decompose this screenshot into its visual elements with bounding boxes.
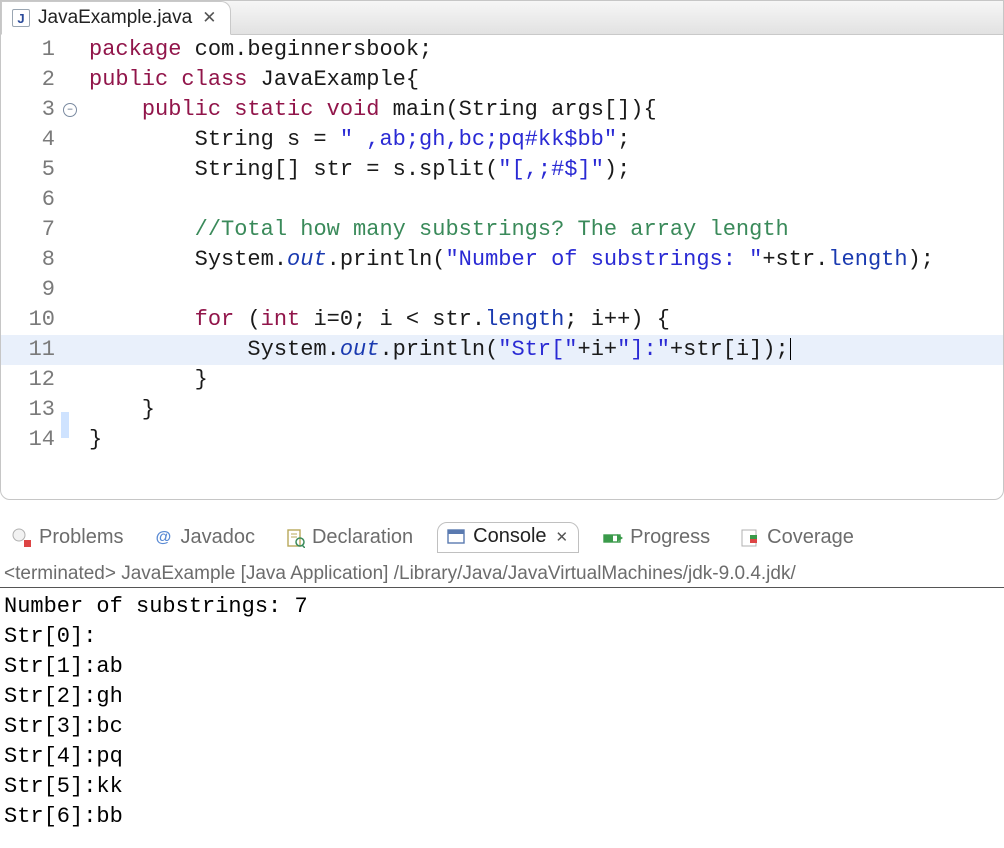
console-output[interactable]: Number of substrings: 7Str[0]:Str[1]:abS… xyxy=(0,592,1004,832)
editor-tab[interactable]: J JavaExample.java ✕ xyxy=(1,1,231,35)
line-number: 4 xyxy=(1,125,61,155)
code-line[interactable]: 1 package com.beginnersbook; xyxy=(1,35,1003,65)
code-editor[interactable]: 1 package com.beginnersbook; 2 public class… xyxy=(1,35,1003,455)
code-line[interactable]: 14} xyxy=(1,425,1003,455)
code-text: } xyxy=(81,425,102,455)
tab-problems-label: Problems xyxy=(39,526,123,549)
code-text: public static void main(String args[]){ xyxy=(81,95,657,125)
code-text: } xyxy=(81,365,208,395)
line-number: 7 xyxy=(1,215,61,245)
code-line[interactable]: 2 public class JavaExample{ xyxy=(1,65,1003,95)
tab-problems[interactable]: Problems xyxy=(6,524,129,551)
console-line: Number of substrings: 7 xyxy=(4,592,1004,622)
editor-tab-bar: J JavaExample.java ✕ xyxy=(1,1,1003,35)
code-text: package com.beginnersbook; xyxy=(81,35,432,65)
code-line[interactable]: 9 xyxy=(1,275,1003,305)
console-status: <terminated> JavaExample [Java Applicati… xyxy=(0,559,1004,585)
console-line: Str[1]:ab xyxy=(4,652,1004,682)
console-line: Str[2]:gh xyxy=(4,682,1004,712)
line-number: 14 xyxy=(1,425,61,455)
line-number: 11 xyxy=(1,335,61,365)
coverage-icon xyxy=(740,528,760,548)
line-number: 3– xyxy=(1,95,61,125)
text-cursor xyxy=(790,338,791,360)
tab-javadoc-label: Javadoc xyxy=(180,526,255,549)
tab-progress-label: Progress xyxy=(630,526,710,549)
code-line[interactable]: 7 //Total how many substrings? The array… xyxy=(1,215,1003,245)
code-text: String s = " ,ab;gh,bc;pq#kk$bb"; xyxy=(81,125,630,155)
tab-console-label: Console xyxy=(473,525,546,548)
bottom-panel: Problems @ Javadoc Declaration Console ✕… xyxy=(0,518,1004,832)
line-number: 8 xyxy=(1,245,61,275)
divider xyxy=(0,587,1004,588)
line-number: 1 xyxy=(1,35,61,65)
code-text: public class JavaExample{ xyxy=(81,65,419,95)
code-line[interactable]: 4 String s = " ,ab;gh,bc;pq#kk$bb"; xyxy=(1,125,1003,155)
code-line[interactable]: 6 xyxy=(1,185,1003,215)
line-number: 2 xyxy=(1,65,61,95)
line-number: 12 xyxy=(1,365,61,395)
declaration-icon xyxy=(285,528,305,548)
console-line: Str[6]:bb xyxy=(4,802,1004,832)
views-tab-bar: Problems @ Javadoc Declaration Console ✕… xyxy=(0,518,1004,559)
console-line: Str[0]: xyxy=(4,622,1004,652)
code-text: String[] str = s.split("[,;#$]"); xyxy=(81,155,630,185)
code-line[interactable]: 12 } xyxy=(1,365,1003,395)
at-icon: @ xyxy=(153,528,173,548)
editor-tab-label: JavaExample.java xyxy=(38,7,192,29)
code-line[interactable]: 13 } xyxy=(1,395,1003,425)
close-icon[interactable]: ✕ xyxy=(554,528,571,546)
line-number: 5 xyxy=(1,155,61,185)
tab-declaration-label: Declaration xyxy=(312,526,413,549)
code-line[interactable]: 10 for (int i=0; i < str.length; i++) { xyxy=(1,305,1003,335)
java-file-icon: J xyxy=(12,9,30,27)
line-number: 9 xyxy=(1,275,61,305)
code-line[interactable]: 8 System.out.println("Number of substrin… xyxy=(1,245,1003,275)
console-line: Str[4]:pq xyxy=(4,742,1004,772)
editor-pane: J JavaExample.java ✕ 1 package com.beginn… xyxy=(0,0,1004,500)
code-line[interactable]: 3– public static void main(String args[]… xyxy=(1,95,1003,125)
console-line: Str[3]:bc xyxy=(4,712,1004,742)
tab-declaration[interactable]: Declaration xyxy=(279,524,419,551)
code-text: System.out.println("Str["+i+"]:"+str[i])… xyxy=(81,335,791,365)
tab-progress[interactable]: Progress xyxy=(597,524,716,551)
code-text: System.out.println("Number of substrings… xyxy=(81,245,934,275)
code-line[interactable]: 11 System.out.println("Str["+i+"]:"+str[… xyxy=(1,335,1003,365)
console-line: Str[5]:kk xyxy=(4,772,1004,802)
line-number: 6 xyxy=(1,185,61,215)
tab-javadoc[interactable]: @ Javadoc xyxy=(147,524,261,551)
code-text: //Total how many substrings? The array l… xyxy=(81,215,789,245)
line-number: 13 xyxy=(1,395,61,425)
tab-coverage-label: Coverage xyxy=(767,526,854,549)
code-text: for (int i=0; i < str.length; i++) { xyxy=(81,305,670,335)
code-line[interactable]: 5 String[] str = s.split("[,;#$]"); xyxy=(1,155,1003,185)
error-icon xyxy=(12,528,32,548)
close-icon[interactable]: ✕ xyxy=(200,8,218,28)
fold-icon[interactable]: – xyxy=(63,103,77,117)
code-text: } xyxy=(81,395,155,425)
line-number: 10 xyxy=(1,305,61,335)
tab-coverage[interactable]: Coverage xyxy=(734,524,860,551)
tab-console[interactable]: Console ✕ xyxy=(437,522,579,553)
console-icon xyxy=(446,527,466,547)
progress-icon xyxy=(603,528,623,548)
